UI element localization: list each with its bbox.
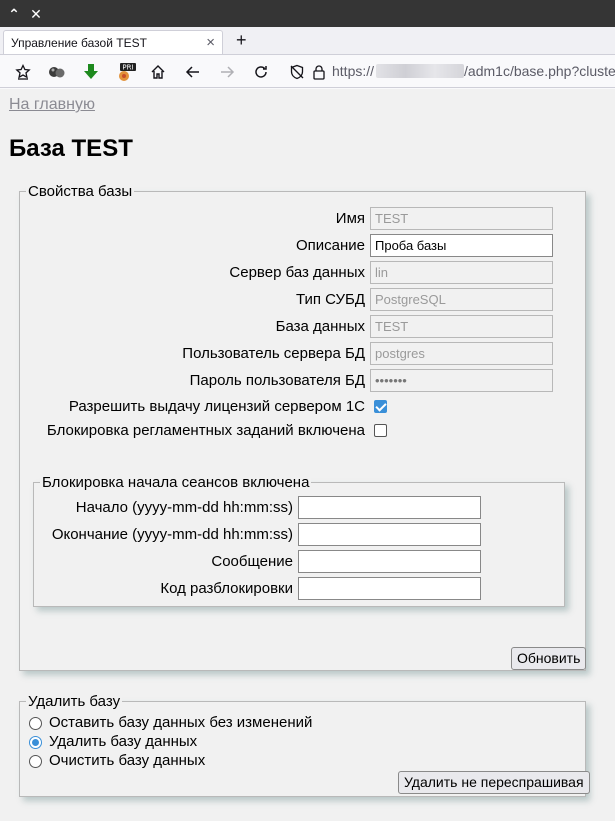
db-user-input[interactable]: postgres	[370, 342, 553, 365]
properties-fieldset: Свойства базы Имя TEST Описание Проба ба…	[19, 183, 587, 671]
radio-clear-database[interactable]	[29, 755, 42, 768]
update-button[interactable]: Обновить	[511, 647, 587, 670]
page-title: База TEST	[9, 135, 133, 162]
url-redacted-host	[376, 64, 465, 78]
chevron-up-icon[interactable]: ⌃	[6, 6, 22, 22]
radio-delete-database[interactable]	[29, 736, 42, 749]
license-label: Разрешить выдачу лицензий сервером 1С	[68, 398, 365, 415]
name-input[interactable]: TEST	[370, 207, 553, 230]
field-label-lock-message: Сообщение	[211, 553, 293, 570]
forward-arrow-icon[interactable]	[216, 61, 238, 83]
extension-balls-icon[interactable]	[46, 61, 68, 83]
field-label-db-password: Пароль пользователя БД	[189, 372, 365, 389]
lock-end-input[interactable]	[298, 523, 481, 546]
jobs-lock-checkbox[interactable]	[374, 424, 387, 437]
radio-keep-database[interactable]	[29, 717, 42, 730]
jobs-lock-label: Блокировка регламентных заданий включена	[46, 422, 365, 439]
field-label-lock-end: Окончание (yyyy-mm-dd hh:mm:ss)	[51, 526, 293, 543]
field-label-db-server: Сервер баз данных	[229, 264, 365, 281]
tab-close-icon[interactable]: ×	[206, 34, 215, 51]
delete-legend: Удалить базу	[26, 693, 123, 710]
lock-message-input[interactable]	[298, 550, 481, 573]
delete-without-confirm-button[interactable]: Удалить не переспрашивая	[398, 771, 590, 794]
url-bar[interactable]: https:// /adm1c/base.php?cluster	[332, 63, 615, 79]
license-checkbox[interactable]	[374, 400, 387, 413]
field-label-name: Имя	[335, 210, 365, 227]
print-extension-icon[interactable]: PRI	[116, 61, 138, 83]
radio-label-keep: Оставить базу данных без изменений	[49, 714, 313, 731]
svg-text:PRI: PRI	[122, 64, 133, 72]
delete-fieldset: Удалить базу Оставить базу данных без из…	[19, 693, 590, 797]
page-content: На главную База TEST Свойства базы Имя T…	[0, 89, 615, 821]
home-icon[interactable]	[147, 61, 169, 83]
window-titlebar: ⌃ ✕	[0, 0, 615, 27]
new-tab-button[interactable]: +	[236, 30, 247, 51]
field-label-db-user: Пользователь сервера БД	[182, 345, 365, 362]
description-input[interactable]: Проба базы	[370, 234, 553, 257]
lock-start-input[interactable]	[298, 496, 481, 519]
field-label-lock-start: Начало (yyyy-mm-dd hh:mm:ss)	[75, 499, 293, 516]
url-prefix: https://	[332, 63, 375, 79]
nav-bar: PRI https:// /adm1c/base.php?cluster	[0, 56, 615, 88]
home-link[interactable]: На главную	[9, 96, 95, 114]
bookmark-star-icon[interactable]	[12, 61, 34, 83]
tracking-shield-icon[interactable]	[286, 61, 308, 83]
field-label-description: Описание	[295, 237, 365, 254]
close-icon[interactable]: ✕	[28, 6, 44, 22]
tab-strip: Управление базой TEST × +	[0, 27, 615, 55]
radio-label-clear: Очистить базу данных	[49, 752, 206, 769]
db-password-input[interactable]: •••••••	[370, 369, 553, 392]
unlock-code-input[interactable]	[298, 577, 481, 600]
radio-label-delete: Удалить базу данных	[49, 733, 198, 750]
reload-icon[interactable]	[250, 61, 272, 83]
field-label-unlock-code: Код разблокировки	[160, 580, 293, 597]
url-suffix: /adm1c/base.php?cluster	[464, 63, 615, 79]
lock-icon[interactable]	[308, 61, 330, 83]
field-label-database: База данных	[275, 318, 365, 335]
properties-legend: Свойства базы	[26, 183, 135, 200]
db-server-input[interactable]: lin	[370, 261, 553, 284]
database-input[interactable]: TEST	[370, 315, 553, 338]
download-icon[interactable]	[80, 61, 102, 83]
session-lock-fieldset: Блокировка начала сеансов включена Начал…	[33, 474, 565, 607]
back-arrow-icon[interactable]	[182, 61, 204, 83]
browser-tab[interactable]: Управление базой TEST ×	[3, 30, 223, 54]
dbms-type-input[interactable]: PostgreSQL	[370, 288, 553, 311]
tab-title: Управление базой TEST	[11, 36, 147, 50]
session-lock-legend: Блокировка начала сеансов включена	[40, 474, 312, 491]
field-label-dbms-type: Тип СУБД	[295, 291, 365, 308]
